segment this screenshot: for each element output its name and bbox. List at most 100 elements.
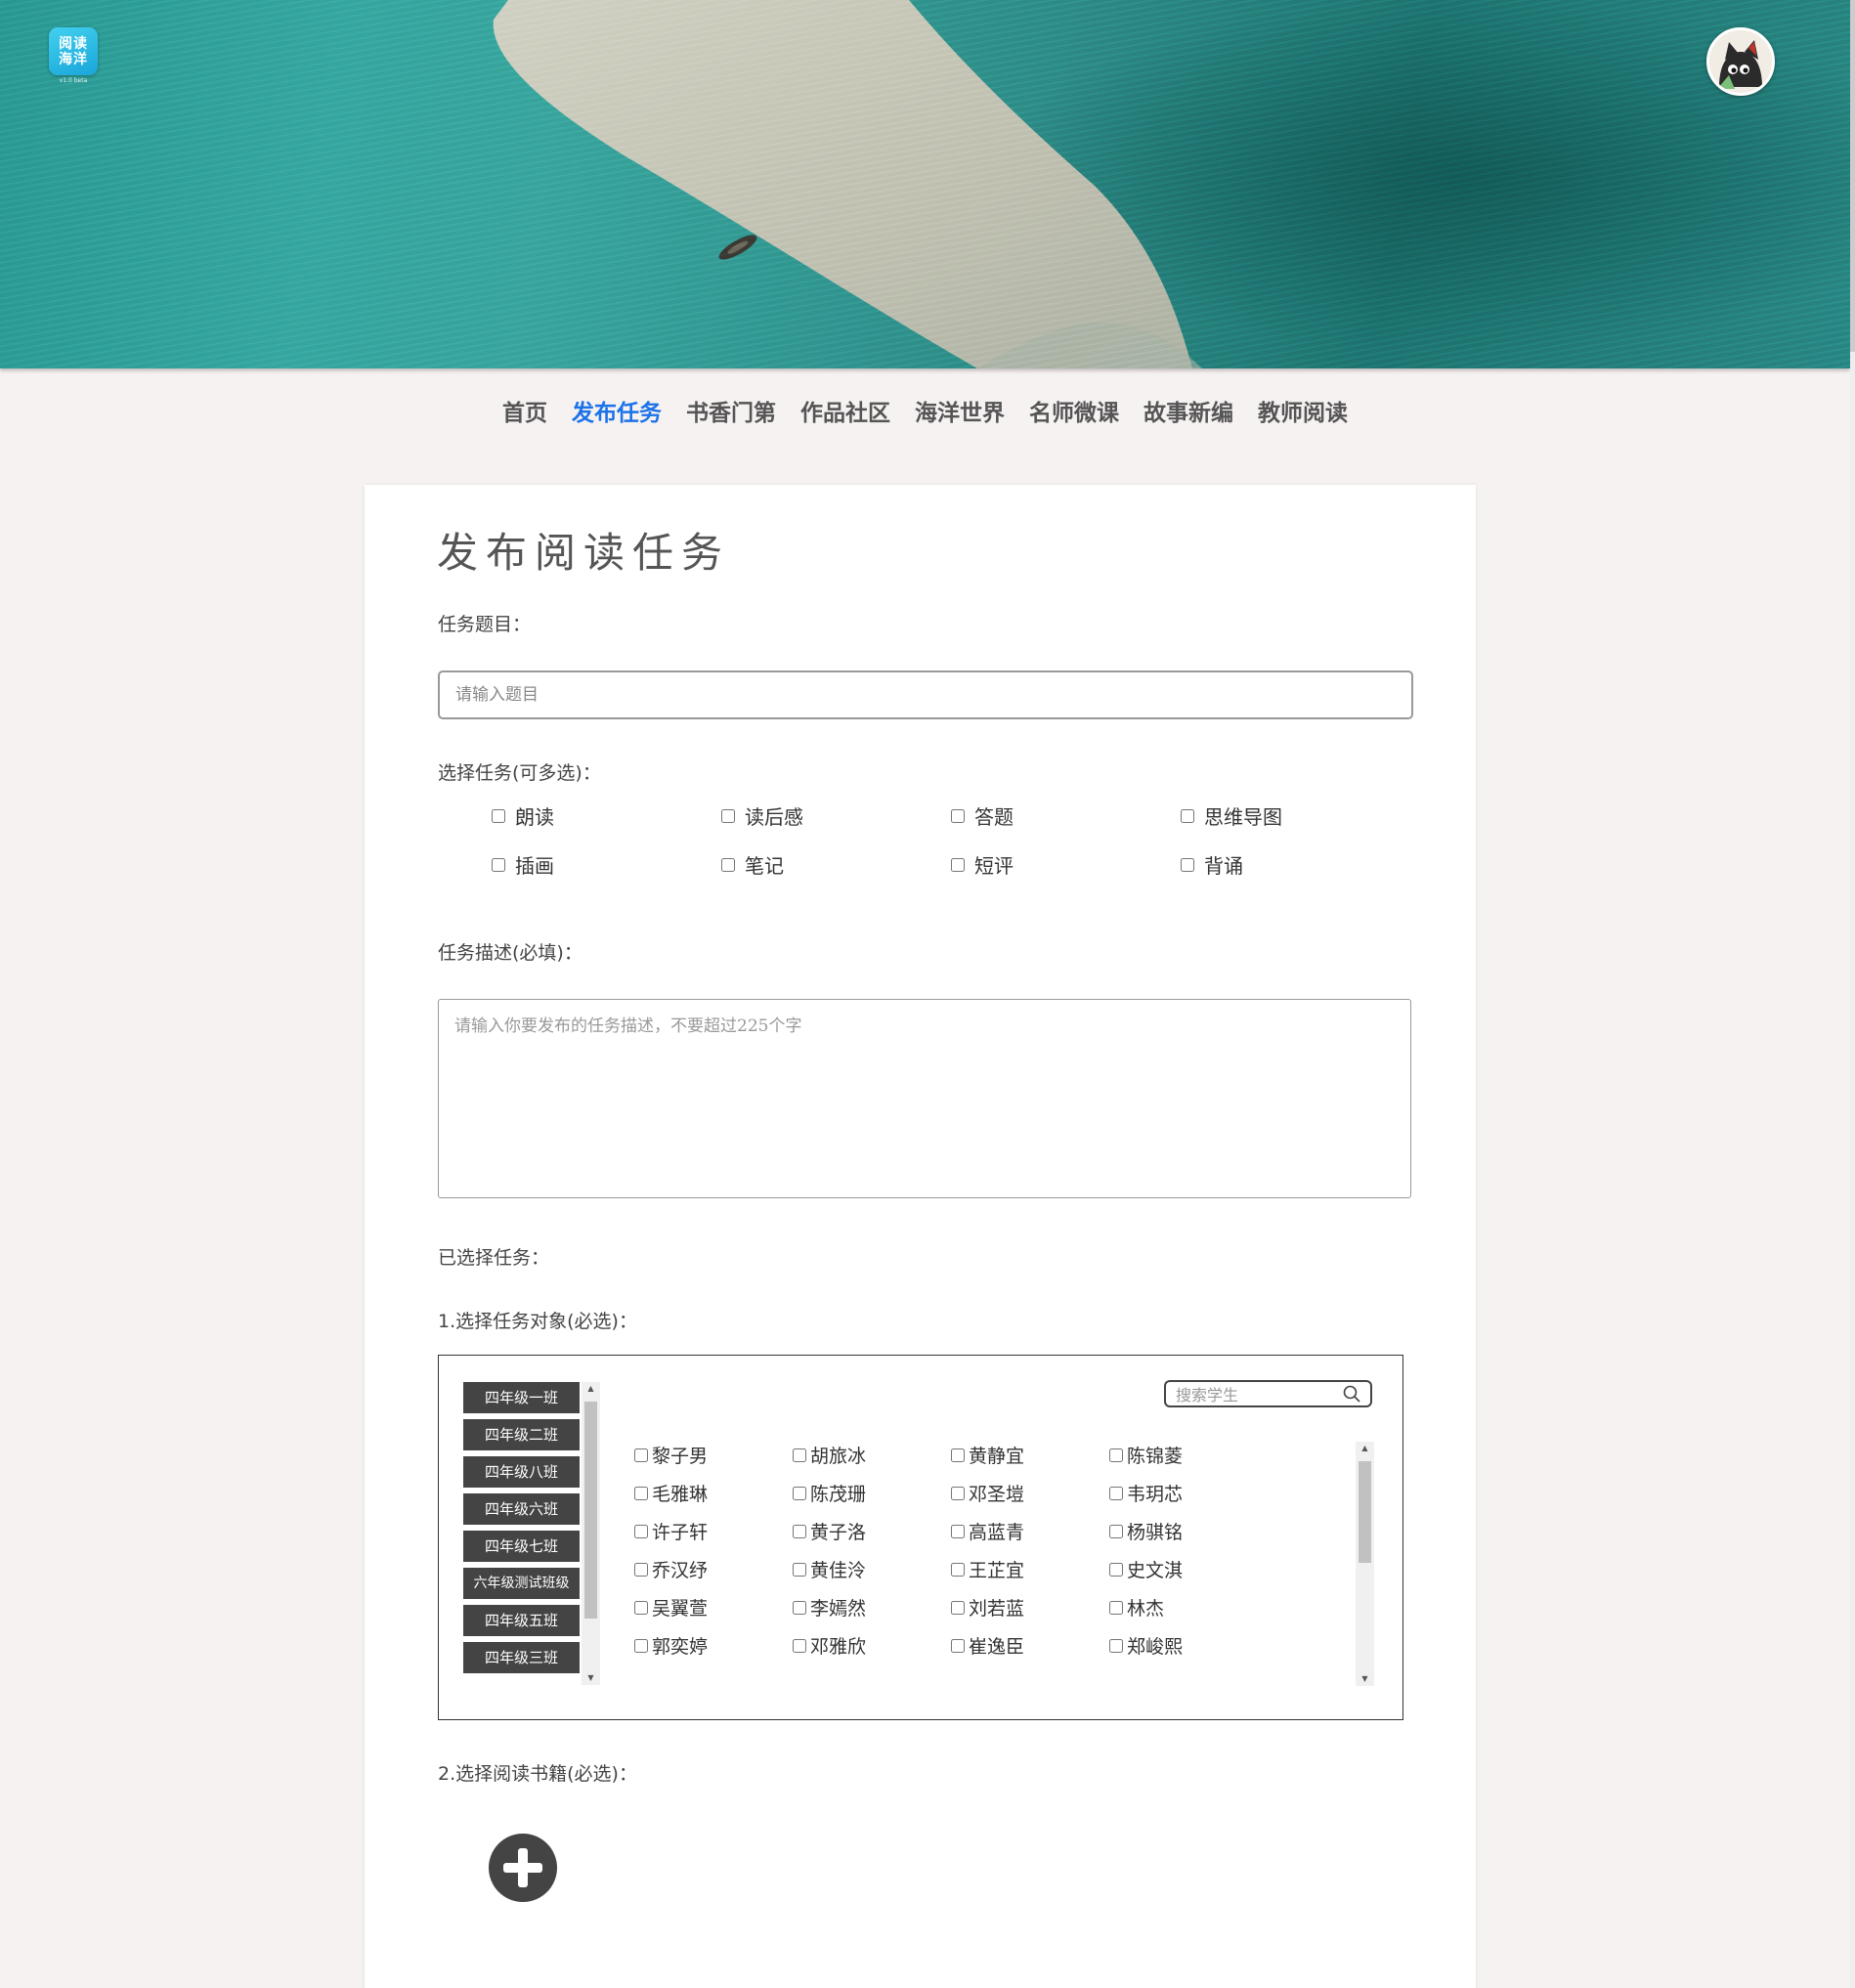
student-checkbox[interactable]: [1109, 1524, 1123, 1538]
task-checkbox[interactable]: [492, 857, 505, 872]
student-option[interactable]: 黄子洛: [793, 1518, 951, 1544]
task-option[interactable]: 背诵: [1181, 852, 1410, 878]
student-checkbox[interactable]: [793, 1638, 806, 1653]
nav-item-story[interactable]: 故事新编: [1143, 394, 1233, 427]
student-checkbox[interactable]: [634, 1562, 648, 1577]
logo-icon: 阅读 海洋: [49, 27, 98, 75]
task-checkbox[interactable]: [492, 808, 505, 823]
task-option[interactable]: 朗读: [492, 803, 721, 829]
student-option[interactable]: 陈锦菱: [1109, 1442, 1268, 1468]
class-list-scrollbar[interactable]: ▲ ▼: [582, 1382, 600, 1685]
student-checkbox[interactable]: [951, 1448, 965, 1462]
student-checkbox[interactable]: [1109, 1448, 1123, 1462]
student-option[interactable]: 郑峻熙: [1109, 1632, 1268, 1659]
student-option[interactable]: 王芷宜: [951, 1556, 1109, 1582]
student-checkbox[interactable]: [1109, 1562, 1123, 1577]
student-checkbox[interactable]: [1109, 1600, 1123, 1615]
scroll-down-icon[interactable]: ▼: [1361, 1674, 1367, 1684]
student-option[interactable]: 高蓝青: [951, 1518, 1109, 1544]
student-option[interactable]: 黎子男: [634, 1442, 793, 1468]
scroll-up-icon[interactable]: ▲: [587, 1384, 593, 1394]
student-checkbox[interactable]: [793, 1448, 806, 1462]
class-button[interactable]: 四年级六班: [463, 1493, 580, 1525]
student-checkbox[interactable]: [793, 1600, 806, 1615]
student-option[interactable]: 许子轩: [634, 1518, 793, 1544]
student-option[interactable]: 史文淇: [1109, 1556, 1268, 1582]
student-option[interactable]: 陈茂珊: [793, 1480, 951, 1506]
task-title-input[interactable]: [438, 670, 1413, 719]
nav-item-teacher-reading[interactable]: 教师阅读: [1258, 394, 1348, 427]
task-checkbox[interactable]: [721, 857, 735, 872]
student-option[interactable]: 邓圣塏: [951, 1480, 1109, 1506]
class-button[interactable]: 四年级三班: [463, 1642, 580, 1673]
student-checkbox[interactable]: [951, 1486, 965, 1500]
task-option[interactable]: 笔记: [721, 852, 951, 878]
nav-item-shuxiang[interactable]: 书香门第: [686, 394, 776, 427]
class-button[interactable]: 四年级二班: [463, 1419, 580, 1450]
task-option[interactable]: 短评: [951, 852, 1181, 878]
student-option[interactable]: 邓雅欣: [793, 1632, 951, 1659]
student-checkbox[interactable]: [634, 1638, 648, 1653]
student-checkbox[interactable]: [793, 1486, 806, 1500]
student-checkbox[interactable]: [951, 1638, 965, 1653]
class-button[interactable]: 四年级八班: [463, 1456, 580, 1488]
nav-item-ocean-world[interactable]: 海洋世界: [915, 394, 1005, 427]
student-option[interactable]: 刘若蓝: [951, 1594, 1109, 1621]
class-button[interactable]: 四年级五班: [463, 1605, 580, 1636]
class-button[interactable]: 六年级测试班级: [463, 1568, 580, 1599]
student-option[interactable]: 吴翼萱: [634, 1594, 793, 1621]
task-option[interactable]: 插画: [492, 852, 721, 878]
task-option[interactable]: 思维导图: [1181, 803, 1410, 829]
main-nav: 首页 发布任务 书香门第 作品社区 海洋世界 名师微课 故事新编 教师阅读: [0, 394, 1850, 427]
student-search[interactable]: 搜索学生: [1164, 1380, 1372, 1407]
student-option[interactable]: 林杰: [1109, 1594, 1268, 1621]
student-checkbox[interactable]: [793, 1524, 806, 1538]
student-option[interactable]: 胡旅冰: [793, 1442, 951, 1468]
student-option[interactable]: 杨骐铭: [1109, 1518, 1268, 1544]
task-checkbox[interactable]: [951, 808, 965, 823]
student-checkbox[interactable]: [634, 1600, 648, 1615]
nav-item-home[interactable]: 首页: [502, 394, 547, 427]
nav-item-publish-task[interactable]: 发布任务: [572, 394, 662, 427]
class-button[interactable]: 四年级七班: [463, 1531, 580, 1562]
scroll-down-icon[interactable]: ▼: [587, 1673, 593, 1683]
task-option[interactable]: 读后感: [721, 803, 951, 829]
task-checkbox[interactable]: [1181, 857, 1194, 872]
student-option[interactable]: 毛雅琳: [634, 1480, 793, 1506]
student-checkbox[interactable]: [951, 1600, 965, 1615]
class-button[interactable]: 四年级一班: [463, 1382, 580, 1413]
student-option[interactable]: 乔汉纾: [634, 1556, 793, 1582]
student-checkbox[interactable]: [634, 1486, 648, 1500]
app-logo[interactable]: 阅读 海洋 v1.0 beta: [49, 27, 98, 84]
add-book-button[interactable]: [489, 1834, 557, 1902]
scroll-up-icon[interactable]: ▲: [1361, 1444, 1367, 1453]
scroll-thumb[interactable]: [1850, 0, 1855, 352]
student-checkbox[interactable]: [793, 1562, 806, 1577]
nav-item-micro-class[interactable]: 名师微课: [1029, 394, 1119, 427]
student-option[interactable]: 李嫣然: [793, 1594, 951, 1621]
task-checkbox[interactable]: [721, 808, 735, 823]
student-checkbox[interactable]: [1109, 1486, 1123, 1500]
student-checkbox[interactable]: [634, 1524, 648, 1538]
student-checkbox[interactable]: [634, 1448, 648, 1462]
scroll-thumb[interactable]: [1359, 1461, 1371, 1563]
student-checkbox[interactable]: [1109, 1638, 1123, 1653]
task-checkbox[interactable]: [951, 857, 965, 872]
search-icon[interactable]: [1343, 1385, 1360, 1403]
page-scrollbar[interactable]: [1850, 0, 1855, 1988]
task-checkbox[interactable]: [1181, 808, 1194, 823]
student-list: 黎子男 胡旅冰 黄静宜 陈锦菱毛雅琳 陈茂珊 邓圣塏 韦玥芯许子轩 黄子洛 高蓝青 杨骐铭乔汉纾 黄…: [634, 1442, 1377, 1686]
task-option[interactable]: 答题: [951, 803, 1181, 829]
scroll-thumb[interactable]: [584, 1402, 597, 1619]
student-checkbox[interactable]: [951, 1524, 965, 1538]
nav-item-community[interactable]: 作品社区: [800, 394, 890, 427]
student-list-scrollbar[interactable]: ▲ ▼: [1356, 1442, 1374, 1686]
task-description-textarea[interactable]: [438, 999, 1411, 1198]
student-option[interactable]: 黄静宜: [951, 1442, 1109, 1468]
student-checkbox[interactable]: [951, 1562, 965, 1577]
cat-avatar-icon[interactable]: [1706, 27, 1775, 96]
student-option[interactable]: 韦玥芯: [1109, 1480, 1268, 1506]
student-option[interactable]: 黄佳泠: [793, 1556, 951, 1582]
student-option[interactable]: 郭奕婷: [634, 1632, 793, 1659]
student-option[interactable]: 崔逸臣: [951, 1632, 1109, 1659]
